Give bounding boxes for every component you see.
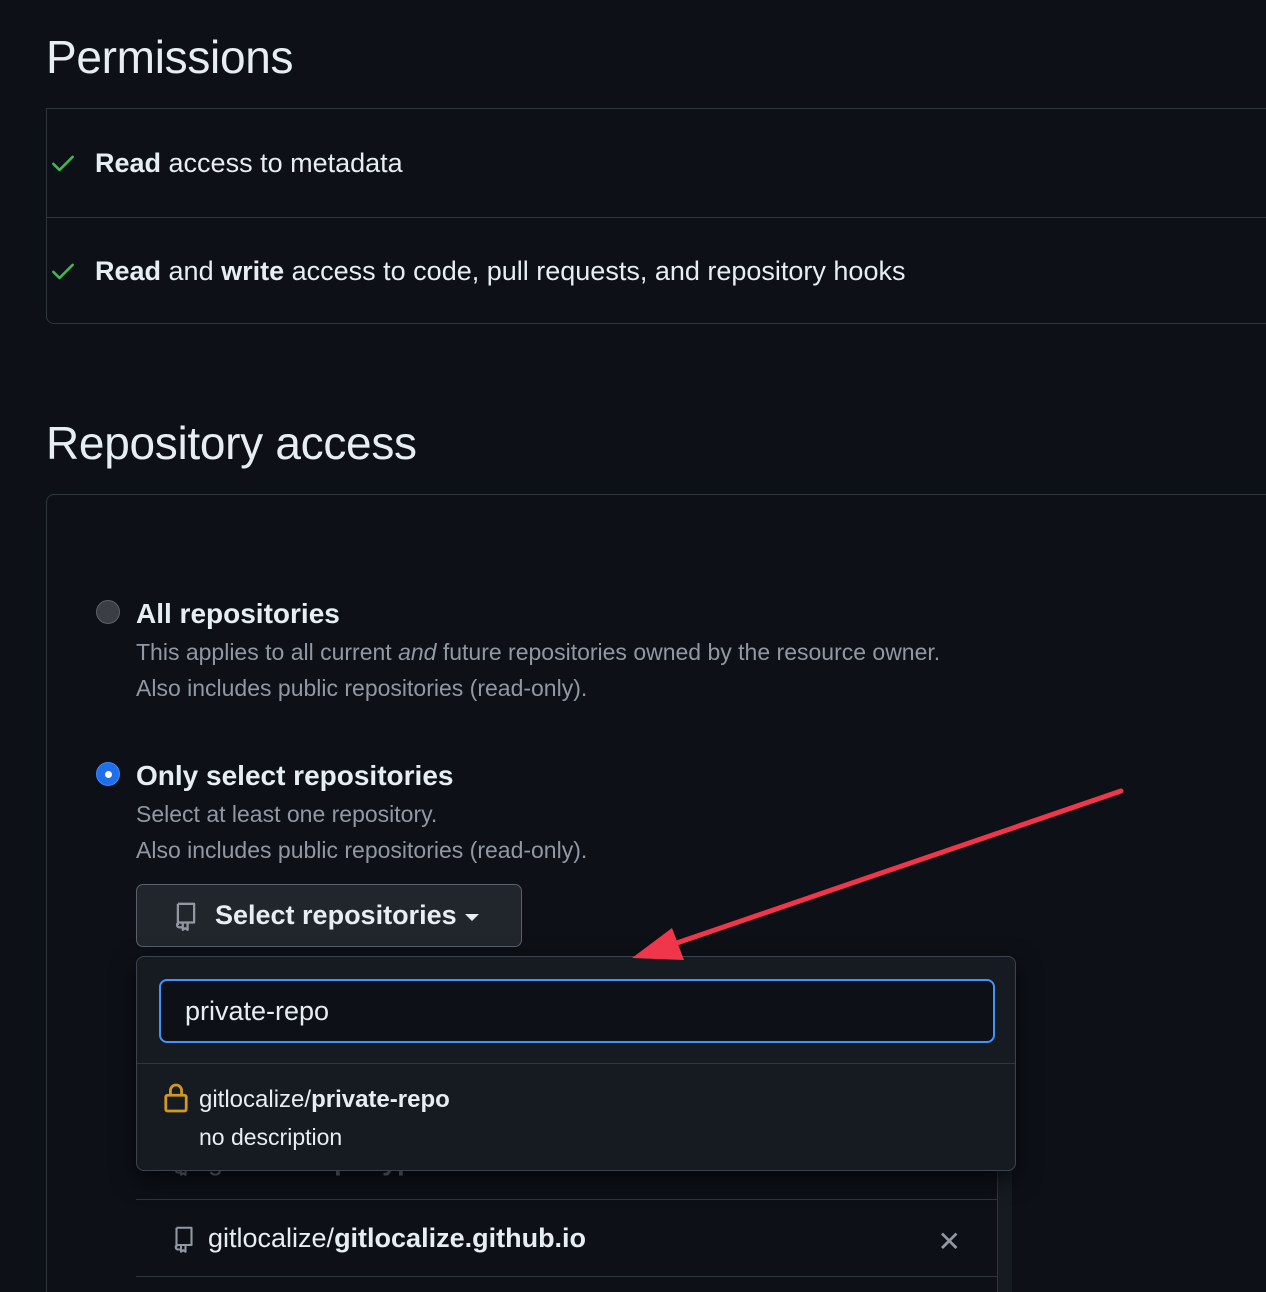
permission-row-metadata: Read access to metadata <box>47 109 1266 218</box>
result-repo-name: gitlocalize/private-repo <box>199 1086 450 1113</box>
check-icon <box>52 155 74 172</box>
dropdown-result-item[interactable]: gitlocalize/private-repo no description <box>137 1064 1015 1170</box>
radio-all-repositories[interactable] <box>96 600 120 624</box>
remove-repo-close-icon[interactable]: ✕ <box>938 1225 961 1258</box>
select-repositories-button[interactable]: Select repositories <box>136 884 522 947</box>
selected-repo-row[interactable]: gitlocalize/gitlocalize.github.io ✕ <box>136 1201 997 1277</box>
repository-select-dropdown: gitlocalize/private-repo no description <box>136 956 1016 1171</box>
select-repositories-label: Select repositories <box>215 900 457 930</box>
repo-icon <box>175 902 196 931</box>
permission-row-code: Read and write access to code, pull requ… <box>47 217 1266 325</box>
list-scrollbar[interactable] <box>997 1160 1012 1292</box>
caret-down-icon <box>464 914 479 921</box>
permissions-list: Read access to metadata Read and write a… <box>46 108 1266 324</box>
option-label-only-select-repositories[interactable]: Only select repositories <box>136 760 453 792</box>
page: Permissions Read access to metadata Read… <box>0 0 1266 1292</box>
option-desc-all-repositories: This applies to all current and future r… <box>136 639 941 701</box>
repository-filter-input[interactable] <box>159 979 995 1043</box>
repo-icon <box>174 1226 193 1253</box>
lock-icon <box>164 1083 188 1113</box>
permission-text: Read and write access to code, pull requ… <box>95 255 906 286</box>
repository-access-heading: Repository access <box>46 417 417 469</box>
result-repo-description: no description <box>199 1124 343 1150</box>
radio-only-select-repositories[interactable] <box>96 762 120 786</box>
permissions-heading: Permissions <box>46 31 294 83</box>
permission-text: Read access to metadata <box>95 147 403 178</box>
check-icon <box>52 263 74 280</box>
option-label-all-repositories[interactable]: All repositories <box>136 598 340 630</box>
repo-full-name: gitlocalize/gitlocalize.github.io <box>208 1223 587 1253</box>
option-desc-only-select-repositories: Select at least one repository. Also inc… <box>136 801 588 863</box>
